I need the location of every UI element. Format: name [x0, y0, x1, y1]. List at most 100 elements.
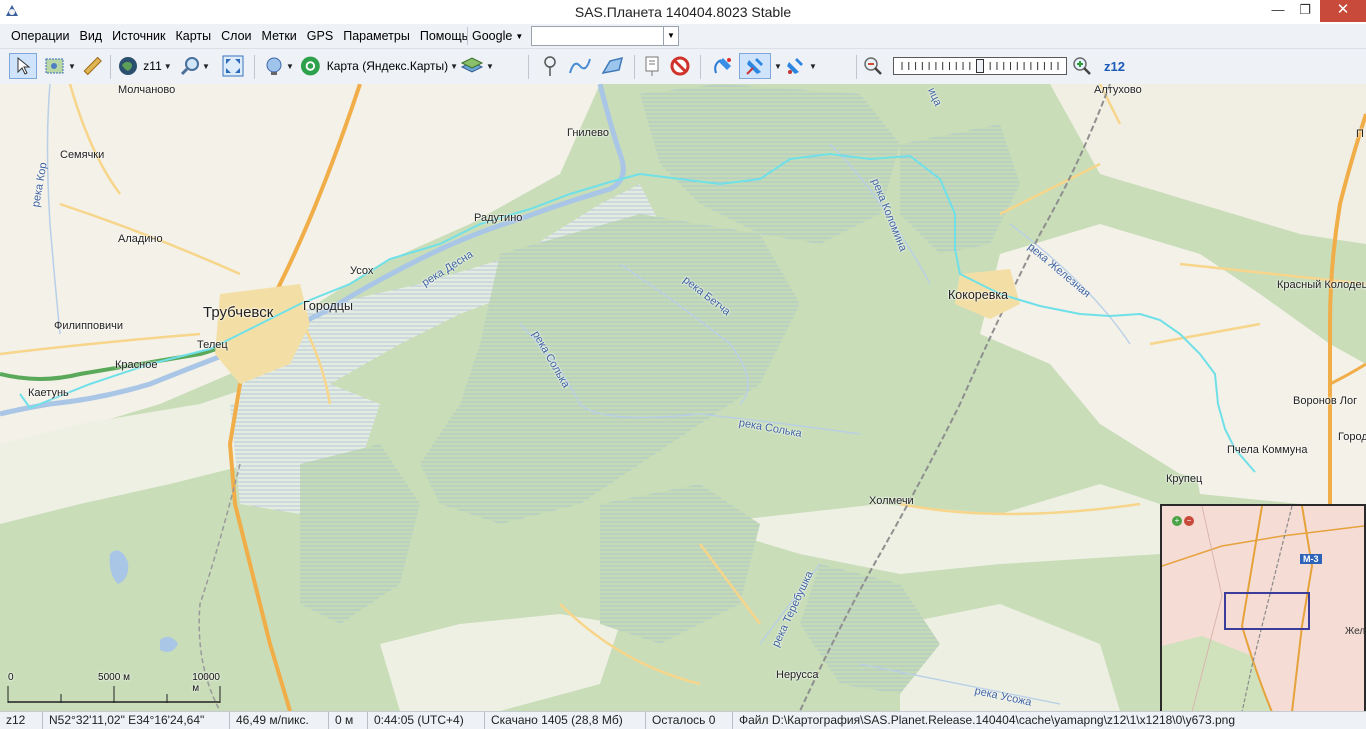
place-label: Город [1338, 431, 1366, 443]
scale-bar: 0 5000 м 10000 м [6, 672, 222, 706]
zoom-in-icon [1073, 57, 1091, 75]
place-label: Гнилево [567, 127, 609, 139]
place-label: Красное [115, 359, 158, 371]
hide-marks-button[interactable] [668, 53, 692, 79]
place-label: Красный Колодец [1277, 279, 1366, 291]
place-label: Филипповичи [54, 320, 123, 332]
add-path-button[interactable] [566, 53, 594, 79]
zoom-slider[interactable] [893, 57, 1067, 75]
polygon-icon [601, 56, 624, 75]
select-area-button[interactable]: ▼ [41, 53, 79, 79]
zoom-tool-button[interactable]: ▼ [176, 53, 214, 79]
minimap-zoom-in-button[interactable]: + [1172, 516, 1182, 526]
globe-source-icon [266, 57, 282, 75]
status-time: 0:44:05 (UTC+4) [368, 712, 485, 729]
pointer-icon [17, 57, 31, 75]
toolbar-separator [110, 55, 111, 79]
zoom-in-button[interactable] [1070, 53, 1094, 79]
chevron-down-icon: ▼ [809, 61, 817, 71]
select-area-icon [45, 58, 64, 74]
zoom-out-button[interactable] [861, 53, 885, 79]
menu-operations[interactable]: Операции [6, 24, 74, 48]
place-label: Алтухово [1094, 84, 1142, 96]
menu-parameters[interactable]: Параметры [338, 24, 415, 48]
chevron-down-icon[interactable]: ▼ [663, 27, 678, 45]
place-label: Радутино [474, 212, 523, 224]
minimap[interactable]: + − М-3 Жел [1160, 504, 1366, 714]
magnifier-icon [180, 57, 200, 76]
status-zoom: z12 [0, 712, 43, 729]
ruler-button[interactable] [80, 53, 104, 79]
source-button[interactable]: ▼ [261, 53, 297, 79]
gps-connect-button[interactable] [708, 53, 738, 79]
minimap-zoom-out-button[interactable]: − [1184, 516, 1194, 526]
menu-marks[interactable]: Метки [257, 24, 302, 48]
placemark-icon [544, 56, 556, 76]
add-polygon-button[interactable] [598, 53, 628, 79]
toolbar-separator [700, 55, 701, 79]
fullscreen-icon [222, 55, 244, 77]
place-label: Пчела Коммуна [1227, 444, 1308, 456]
chevron-down-icon: ▼ [68, 61, 76, 71]
place-label: Нерусса [776, 669, 819, 681]
globe-icon [119, 57, 138, 75]
pointer-tool-button[interactable] [9, 53, 37, 79]
search-provider-select[interactable]: Google ▼ [472, 27, 523, 45]
zoom-level-label: z12 [1104, 59, 1125, 74]
chevron-down-icon: ▼ [286, 61, 294, 71]
place-label: Кокоревка [948, 288, 1009, 302]
menu-gps[interactable]: GPS [302, 24, 338, 48]
minimap-road-label: М-3 [1300, 554, 1322, 564]
map-type-select[interactable]: Карта (Яндекс.Карты) ▼ [300, 53, 458, 79]
place-label: Аладино [118, 233, 163, 245]
map-type-value: Карта (Яндекс.Карты) [326, 59, 449, 73]
status-resolution: 46,49 м/пикс. [230, 712, 329, 729]
place-label: Городцы [303, 299, 353, 313]
place-label: Холмечи [869, 495, 914, 507]
gps-track-button[interactable] [739, 53, 771, 79]
minimap-viewport[interactable] [1224, 592, 1310, 630]
place-label: Молчаново [118, 84, 176, 96]
layers-button[interactable]: ▼ [459, 53, 495, 79]
toolbar-separator [254, 55, 255, 79]
menu-bar: Операции Вид Источник Карты Слои Метки G… [0, 24, 1366, 49]
close-button[interactable]: ✕ [1320, 0, 1366, 22]
toolbar-separator [856, 55, 857, 79]
window-title: SAS.Планета 140404.8023 Stable [574, 4, 792, 20]
toolbar-separator [528, 55, 529, 79]
fullscreen-button[interactable] [219, 53, 247, 79]
restore-button[interactable]: ❐ [1290, 0, 1320, 22]
scale-zero-label: 0 [8, 672, 14, 683]
satellite-icon [714, 58, 731, 74]
status-bar: z12 N52°32'11,02" E34°16'24,64" 46,49 м/… [0, 711, 1366, 729]
minimize-button[interactable]: — [1263, 0, 1293, 22]
place-label: Усох [350, 265, 374, 277]
chevron-down-icon: ▼ [515, 31, 524, 41]
menu-view[interactable]: Вид [74, 24, 107, 48]
search-input[interactable]: ▼ [531, 26, 679, 46]
toolbar-separator [634, 55, 635, 79]
place-label: Телец [197, 339, 228, 351]
place-label: Каетунь [28, 387, 69, 399]
chevron-down-icon: ▼ [202, 61, 210, 71]
menu-source[interactable]: Источник [107, 24, 170, 48]
place-label: Воронов Лог [1293, 395, 1358, 407]
status-remaining: Осталось 0 [646, 712, 733, 729]
place-label: Семячки [60, 149, 105, 161]
status-distance: 0 м [329, 712, 368, 729]
menu-help[interactable]: Помощь [415, 24, 473, 48]
menu-layers[interactable]: Слои [216, 24, 256, 48]
marks-manager-button[interactable] [640, 53, 664, 79]
menu-maps[interactable]: Карты [170, 24, 216, 48]
marks-list-icon [645, 56, 659, 76]
zoom-slider-thumb[interactable] [976, 59, 984, 73]
gps-center-button[interactable]: ▼ [782, 53, 818, 79]
add-point-button[interactable] [538, 53, 562, 79]
path-icon [569, 58, 591, 74]
satellite-icon [787, 58, 804, 74]
zoom-select[interactable]: z11 ▼ [116, 53, 174, 79]
place-label: П [1356, 128, 1364, 140]
chevron-down-icon: ▼ [486, 61, 494, 71]
scale-end-label: 10000 м [192, 672, 220, 694]
main-toolbar: ▼ z11 ▼ ▼ ▼ Карта (Яндекс.Карты) ▼ ▼ ▼ ▼ [0, 49, 1366, 85]
